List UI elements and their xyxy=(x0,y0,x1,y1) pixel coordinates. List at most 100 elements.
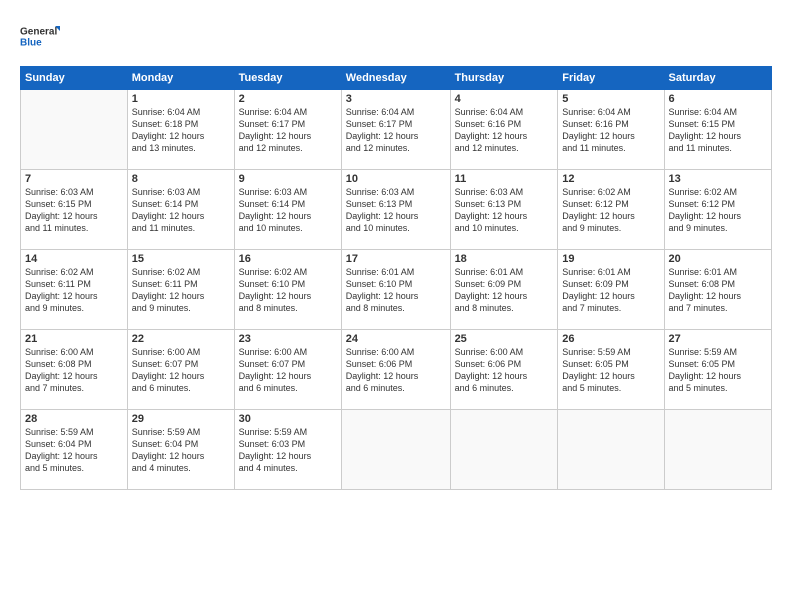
day-number: 7 xyxy=(25,173,123,185)
calendar-cell: 2Sunrise: 6:04 AMSunset: 6:17 PMDaylight… xyxy=(234,90,341,170)
day-info: Sunrise: 6:03 AMSunset: 6:14 PMDaylight:… xyxy=(132,186,230,235)
day-info: Sunrise: 6:04 AMSunset: 6:17 PMDaylight:… xyxy=(239,106,337,155)
day-info: Sunrise: 6:00 AMSunset: 6:07 PMDaylight:… xyxy=(239,346,337,395)
day-info: Sunrise: 6:02 AMSunset: 6:11 PMDaylight:… xyxy=(132,266,230,315)
day-number: 9 xyxy=(239,173,337,185)
calendar-cell: 12Sunrise: 6:02 AMSunset: 6:12 PMDayligh… xyxy=(558,170,664,250)
calendar-cell: 24Sunrise: 6:00 AMSunset: 6:06 PMDayligh… xyxy=(341,330,450,410)
day-info: Sunrise: 5:59 AMSunset: 6:05 PMDaylight:… xyxy=(562,346,659,395)
calendar-cell: 11Sunrise: 6:03 AMSunset: 6:13 PMDayligh… xyxy=(450,170,558,250)
day-number: 1 xyxy=(132,93,230,105)
day-number: 29 xyxy=(132,413,230,425)
svg-text:Blue: Blue xyxy=(20,38,42,49)
calendar-cell: 4Sunrise: 6:04 AMSunset: 6:16 PMDaylight… xyxy=(450,90,558,170)
calendar-cell: 18Sunrise: 6:01 AMSunset: 6:09 PMDayligh… xyxy=(450,250,558,330)
day-number: 27 xyxy=(669,333,767,345)
day-info: Sunrise: 6:04 AMSunset: 6:16 PMDaylight:… xyxy=(562,106,659,155)
calendar-cell: 1Sunrise: 6:04 AMSunset: 6:18 PMDaylight… xyxy=(127,90,234,170)
day-number: 12 xyxy=(562,173,659,185)
day-number: 16 xyxy=(239,253,337,265)
day-number: 18 xyxy=(455,253,554,265)
calendar-cell xyxy=(558,410,664,490)
calendar-cell: 16Sunrise: 6:02 AMSunset: 6:10 PMDayligh… xyxy=(234,250,341,330)
day-number: 11 xyxy=(455,173,554,185)
day-info: Sunrise: 6:01 AMSunset: 6:09 PMDaylight:… xyxy=(562,266,659,315)
day-number: 20 xyxy=(669,253,767,265)
day-number: 10 xyxy=(346,173,446,185)
day-header-saturday: Saturday xyxy=(664,67,771,90)
calendar-cell: 13Sunrise: 6:02 AMSunset: 6:12 PMDayligh… xyxy=(664,170,771,250)
calendar-cell: 20Sunrise: 6:01 AMSunset: 6:08 PMDayligh… xyxy=(664,250,771,330)
day-info: Sunrise: 6:00 AMSunset: 6:06 PMDaylight:… xyxy=(346,346,446,395)
day-info: Sunrise: 6:01 AMSunset: 6:09 PMDaylight:… xyxy=(455,266,554,315)
day-info: Sunrise: 6:02 AMSunset: 6:12 PMDaylight:… xyxy=(562,186,659,235)
day-number: 15 xyxy=(132,253,230,265)
day-header-friday: Friday xyxy=(558,67,664,90)
day-number: 2 xyxy=(239,93,337,105)
day-number: 26 xyxy=(562,333,659,345)
calendar-cell: 28Sunrise: 5:59 AMSunset: 6:04 PMDayligh… xyxy=(21,410,128,490)
day-number: 19 xyxy=(562,253,659,265)
day-info: Sunrise: 6:03 AMSunset: 6:13 PMDaylight:… xyxy=(455,186,554,235)
day-info: Sunrise: 6:04 AMSunset: 6:17 PMDaylight:… xyxy=(346,106,446,155)
calendar-cell xyxy=(21,90,128,170)
logo: General Blue xyxy=(20,16,60,56)
day-header-wednesday: Wednesday xyxy=(341,67,450,90)
day-info: Sunrise: 6:00 AMSunset: 6:08 PMDaylight:… xyxy=(25,346,123,395)
day-info: Sunrise: 6:03 AMSunset: 6:14 PMDaylight:… xyxy=(239,186,337,235)
day-number: 4 xyxy=(455,93,554,105)
day-info: Sunrise: 6:03 AMSunset: 6:15 PMDaylight:… xyxy=(25,186,123,235)
calendar-cell: 30Sunrise: 5:59 AMSunset: 6:03 PMDayligh… xyxy=(234,410,341,490)
calendar-cell: 25Sunrise: 6:00 AMSunset: 6:06 PMDayligh… xyxy=(450,330,558,410)
day-number: 28 xyxy=(25,413,123,425)
day-info: Sunrise: 5:59 AMSunset: 6:04 PMDaylight:… xyxy=(25,426,123,475)
day-header-monday: Monday xyxy=(127,67,234,90)
day-header-sunday: Sunday xyxy=(21,67,128,90)
day-info: Sunrise: 5:59 AMSunset: 6:04 PMDaylight:… xyxy=(132,426,230,475)
day-info: Sunrise: 6:00 AMSunset: 6:07 PMDaylight:… xyxy=(132,346,230,395)
calendar-cell: 5Sunrise: 6:04 AMSunset: 6:16 PMDaylight… xyxy=(558,90,664,170)
day-info: Sunrise: 6:02 AMSunset: 6:11 PMDaylight:… xyxy=(25,266,123,315)
day-info: Sunrise: 6:03 AMSunset: 6:13 PMDaylight:… xyxy=(346,186,446,235)
calendar-cell: 23Sunrise: 6:00 AMSunset: 6:07 PMDayligh… xyxy=(234,330,341,410)
day-number: 21 xyxy=(25,333,123,345)
day-number: 25 xyxy=(455,333,554,345)
day-info: Sunrise: 6:01 AMSunset: 6:08 PMDaylight:… xyxy=(669,266,767,315)
day-number: 13 xyxy=(669,173,767,185)
day-info: Sunrise: 6:02 AMSunset: 6:12 PMDaylight:… xyxy=(669,186,767,235)
day-number: 14 xyxy=(25,253,123,265)
calendar-cell: 17Sunrise: 6:01 AMSunset: 6:10 PMDayligh… xyxy=(341,250,450,330)
day-header-tuesday: Tuesday xyxy=(234,67,341,90)
calendar-cell xyxy=(664,410,771,490)
day-number: 3 xyxy=(346,93,446,105)
calendar-cell: 27Sunrise: 5:59 AMSunset: 6:05 PMDayligh… xyxy=(664,330,771,410)
calendar-cell: 19Sunrise: 6:01 AMSunset: 6:09 PMDayligh… xyxy=(558,250,664,330)
day-number: 22 xyxy=(132,333,230,345)
day-number: 23 xyxy=(239,333,337,345)
calendar-cell: 14Sunrise: 6:02 AMSunset: 6:11 PMDayligh… xyxy=(21,250,128,330)
day-info: Sunrise: 6:04 AMSunset: 6:15 PMDaylight:… xyxy=(669,106,767,155)
day-info: Sunrise: 5:59 AMSunset: 6:05 PMDaylight:… xyxy=(669,346,767,395)
calendar-cell: 6Sunrise: 6:04 AMSunset: 6:15 PMDaylight… xyxy=(664,90,771,170)
day-number: 6 xyxy=(669,93,767,105)
calendar-cell: 26Sunrise: 5:59 AMSunset: 6:05 PMDayligh… xyxy=(558,330,664,410)
day-number: 30 xyxy=(239,413,337,425)
day-info: Sunrise: 6:02 AMSunset: 6:10 PMDaylight:… xyxy=(239,266,337,315)
day-number: 5 xyxy=(562,93,659,105)
calendar-cell xyxy=(450,410,558,490)
calendar-cell: 21Sunrise: 6:00 AMSunset: 6:08 PMDayligh… xyxy=(21,330,128,410)
day-number: 17 xyxy=(346,253,446,265)
day-number: 8 xyxy=(132,173,230,185)
calendar-cell: 8Sunrise: 6:03 AMSunset: 6:14 PMDaylight… xyxy=(127,170,234,250)
day-info: Sunrise: 6:00 AMSunset: 6:06 PMDaylight:… xyxy=(455,346,554,395)
day-number: 24 xyxy=(346,333,446,345)
day-info: Sunrise: 6:01 AMSunset: 6:10 PMDaylight:… xyxy=(346,266,446,315)
calendar-cell xyxy=(341,410,450,490)
day-info: Sunrise: 6:04 AMSunset: 6:16 PMDaylight:… xyxy=(455,106,554,155)
calendar-cell: 3Sunrise: 6:04 AMSunset: 6:17 PMDaylight… xyxy=(341,90,450,170)
calendar-cell: 29Sunrise: 5:59 AMSunset: 6:04 PMDayligh… xyxy=(127,410,234,490)
calendar-cell: 7Sunrise: 6:03 AMSunset: 6:15 PMDaylight… xyxy=(21,170,128,250)
calendar-cell: 9Sunrise: 6:03 AMSunset: 6:14 PMDaylight… xyxy=(234,170,341,250)
svg-text:General: General xyxy=(20,27,57,38)
day-info: Sunrise: 6:04 AMSunset: 6:18 PMDaylight:… xyxy=(132,106,230,155)
